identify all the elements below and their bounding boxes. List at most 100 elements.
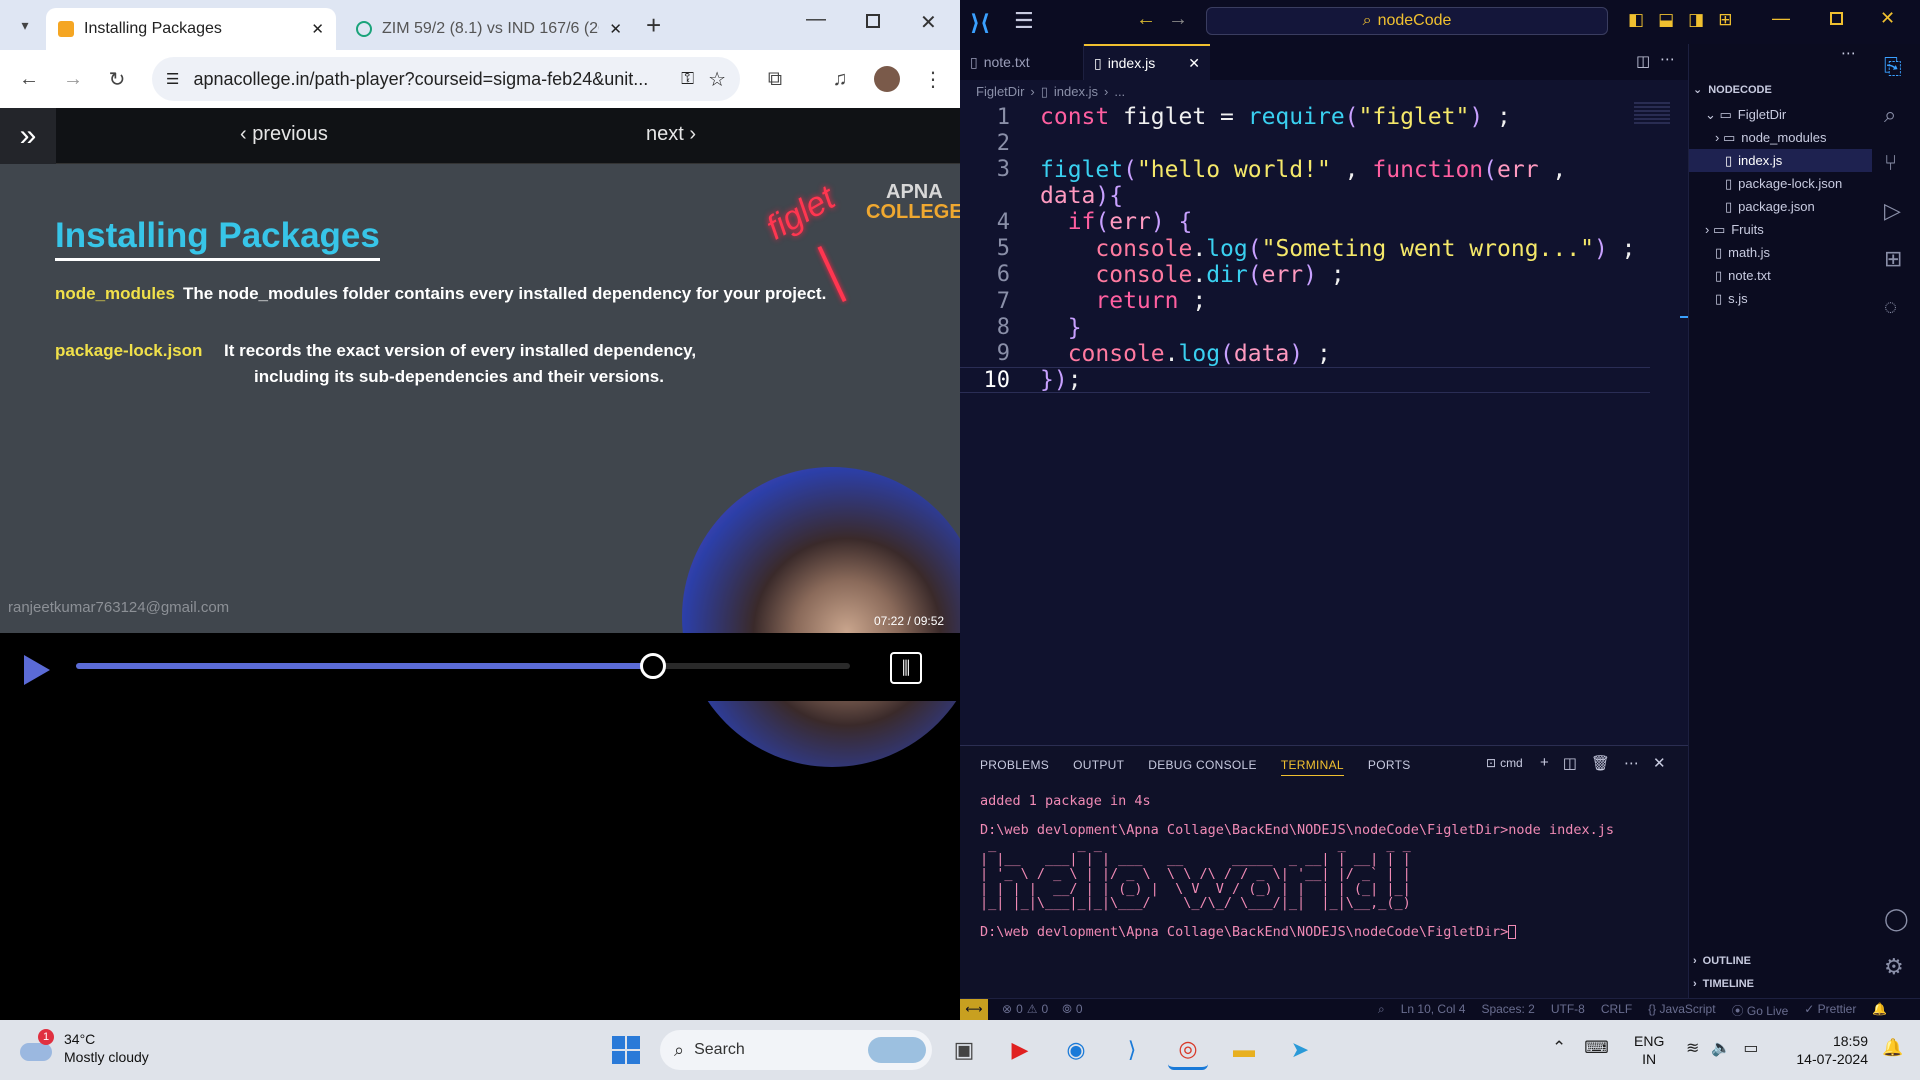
code-line[interactable]: 9 console.log(data) ; bbox=[960, 341, 1660, 367]
tree-item[interactable]: › ▭ Fruits bbox=[1689, 218, 1873, 241]
code-editor[interactable]: FigletDir › ▯ index.js › ... 1 const figlet … bbox=[960, 80, 1688, 745]
settings-sliders-icon[interactable]: ⫼ bbox=[890, 652, 922, 684]
code-line[interactable]: 6 console.dir(err) ; bbox=[960, 262, 1660, 288]
panel-tab-problems[interactable]: PROBLEMS bbox=[980, 758, 1049, 776]
search-icon[interactable]: ⌕ bbox=[1884, 102, 1896, 128]
extensions-icon[interactable]: ⧉ bbox=[758, 62, 792, 96]
panel-tab-debug-console[interactable]: DEBUG CONSOLE bbox=[1148, 758, 1257, 776]
progress-handle[interactable] bbox=[639, 653, 666, 679]
minimap[interactable] bbox=[1634, 102, 1670, 124]
next-button[interactable]: next › bbox=[646, 123, 696, 146]
minimize-button[interactable]: — bbox=[1772, 8, 1790, 29]
language-mode[interactable]: {} JavaScript bbox=[1648, 1002, 1715, 1019]
clock[interactable]: 18:59 14-07-2024 bbox=[1788, 1032, 1868, 1068]
edge-devtools-icon[interactable]: ◌ bbox=[1884, 294, 1897, 320]
chrome-icon[interactable]: ◎ bbox=[1168, 1030, 1208, 1070]
media-control-icon[interactable]: ♫ bbox=[823, 62, 857, 96]
terminal-output[interactable]: added 1 package in 4s D:\web devlopment\A… bbox=[980, 794, 1680, 940]
back-button[interactable]: ← bbox=[12, 62, 46, 96]
problems-status[interactable]: ⊗ 0 ⚠ 0 ⦾ 0 bbox=[1002, 1002, 1083, 1017]
code-line[interactable]: 5 console.log("Someting went wrong...") … bbox=[960, 235, 1660, 262]
explorer-root[interactable]: ⌄ NODECODE bbox=[1693, 78, 1772, 101]
end-of-line[interactable]: CRLF bbox=[1601, 1002, 1632, 1019]
cursor-position[interactable]: Ln 10, Col 4 bbox=[1401, 1002, 1466, 1019]
close-icon[interactable]: ✕ bbox=[609, 20, 622, 38]
split-editor-icon[interactable]: ◫ bbox=[1636, 52, 1650, 70]
task-view-icon[interactable]: ▣ bbox=[944, 1030, 984, 1070]
close-window-button[interactable]: ✕ bbox=[920, 10, 937, 35]
tree-item[interactable]: ▯ math.js bbox=[1689, 241, 1873, 264]
notification-bell-icon[interactable]: 🔔 bbox=[1882, 1038, 1903, 1058]
code-line[interactable]: 3 figlet("hello world!" , function(err , bbox=[960, 157, 1660, 183]
tree-item[interactable]: ▯ note.txt bbox=[1689, 264, 1873, 287]
new-terminal-icon[interactable]: + bbox=[1540, 754, 1549, 772]
back-arrow-icon[interactable]: ← bbox=[1136, 8, 1156, 31]
source-control-icon[interactable]: ⑂ bbox=[1884, 150, 1897, 176]
close-icon[interactable]: ✕ bbox=[311, 20, 324, 38]
star-icon[interactable]: ☆ bbox=[708, 67, 726, 92]
avatar[interactable] bbox=[874, 66, 900, 92]
code-line[interactable]: 2 bbox=[960, 130, 1660, 156]
remote-indicator-icon[interactable]: ⟷ bbox=[960, 999, 988, 1020]
tab-index-js[interactable]: ▯ index.js ✕ bbox=[1084, 44, 1210, 80]
command-center[interactable]: ⌕ nodeCode bbox=[1206, 7, 1608, 35]
code-line[interactable]: 1 const figlet = require("figlet") ; bbox=[960, 104, 1660, 130]
timeline-section[interactable]: › TIMELINE bbox=[1693, 972, 1754, 995]
telegram-icon[interactable]: ➤ bbox=[1280, 1030, 1320, 1070]
terminal-shell-selector[interactable]: ⊡ cmd bbox=[1486, 756, 1523, 770]
toggle-primary-sidebar-icon[interactable]: ◧ bbox=[1628, 10, 1644, 30]
toggle-panel-icon[interactable]: ⬓ bbox=[1658, 10, 1674, 30]
split-terminal-icon[interactable]: ◫ bbox=[1563, 754, 1577, 772]
tree-item[interactable]: ⌄ ▭ FigletDir bbox=[1689, 103, 1873, 126]
zoom-icon[interactable]: ⌕ bbox=[1378, 1002, 1385, 1019]
file-explorer-icon[interactable]: ▬ bbox=[1224, 1030, 1264, 1070]
language-indicator[interactable]: ENG IN bbox=[1634, 1032, 1664, 1068]
tree-item[interactable]: ▯ package.json bbox=[1689, 195, 1873, 218]
account-icon[interactable]: ◯ bbox=[1884, 906, 1909, 932]
breadcrumb-folder[interactable]: FigletDir bbox=[976, 84, 1024, 100]
start-button[interactable] bbox=[612, 1036, 640, 1064]
tree-item[interactable]: ▯ package-lock.json bbox=[1689, 172, 1873, 195]
maximize-button[interactable] bbox=[866, 14, 880, 28]
taskbar-search[interactable]: ⌕ Search bbox=[660, 1030, 932, 1070]
notifications-icon[interactable]: 🔔 bbox=[1872, 1002, 1887, 1019]
code-line[interactable]: 10}); bbox=[960, 366, 1650, 394]
video-slide[interactable]: Installing Packages figlet APNA COLLEGE … bbox=[0, 164, 982, 767]
panel-tab-terminal[interactable]: TERMINAL bbox=[1280, 758, 1344, 776]
panel-tab-output[interactable]: OUTPUT bbox=[1073, 758, 1124, 776]
encoding[interactable]: UTF-8 bbox=[1551, 1002, 1585, 1019]
code-area[interactable]: 1 const figlet = require("figlet") ; 2 3 fig… bbox=[960, 104, 1660, 394]
indentation[interactable]: Spaces: 2 bbox=[1481, 1002, 1534, 1019]
outline-section[interactable]: › OUTLINE bbox=[1693, 949, 1751, 972]
address-bar[interactable]: ☰ apnacollege.in/path-player?courseid=si… bbox=[152, 57, 740, 101]
vscode-icon[interactable]: ⟩ bbox=[1112, 1030, 1152, 1070]
previous-button[interactable]: ‹ previous bbox=[240, 123, 328, 146]
prettier[interactable]: ✓ Prettier bbox=[1804, 1002, 1856, 1019]
reload-button[interactable]: ↻ bbox=[100, 62, 134, 96]
gear-icon[interactable]: ⚙ bbox=[1884, 954, 1904, 980]
close-icon[interactable]: ✕ bbox=[1188, 55, 1200, 72]
code-line[interactable]: 4 if(err) { bbox=[960, 209, 1660, 235]
forward-arrow-icon[interactable]: → bbox=[1168, 8, 1188, 31]
tree-item[interactable]: › ▭ node_modules bbox=[1689, 126, 1873, 149]
edge-icon[interactable]: ◉ bbox=[1056, 1030, 1096, 1070]
chevron-up-icon[interactable]: ⌃ bbox=[1552, 1038, 1566, 1058]
maximize-button[interactable] bbox=[1830, 12, 1843, 25]
play-icon[interactable] bbox=[24, 655, 50, 685]
panel-tab-ports[interactable]: PORTS bbox=[1368, 758, 1411, 776]
youtube-icon[interactable]: ▶ bbox=[1000, 1030, 1040, 1070]
key-icon[interactable]: ⚿ bbox=[681, 69, 694, 89]
close-panel-icon[interactable]: ✕ bbox=[1653, 754, 1666, 772]
trash-icon[interactable]: 🗑 bbox=[1591, 754, 1610, 772]
breadcrumb-symbol[interactable]: ... bbox=[1114, 84, 1125, 100]
toggle-secondary-sidebar-icon[interactable]: ◨ bbox=[1688, 10, 1704, 30]
extensions-icon[interactable]: ⊞ bbox=[1884, 246, 1902, 272]
more-actions-icon[interactable]: ⋯ bbox=[1841, 44, 1856, 62]
weather-widget[interactable]: 1 34°C Mostly cloudy bbox=[20, 1029, 149, 1066]
customize-layout-icon[interactable]: ⊞ bbox=[1718, 10, 1732, 30]
close-window-button[interactable]: ✕ bbox=[1880, 8, 1895, 29]
keyboard-icon[interactable]: ⌨ bbox=[1584, 1038, 1609, 1058]
progress-track[interactable] bbox=[76, 653, 850, 679]
site-info-icon[interactable]: ☰ bbox=[166, 70, 179, 88]
quick-settings[interactable]: ≋ 🔈 ▭ bbox=[1686, 1038, 1758, 1058]
